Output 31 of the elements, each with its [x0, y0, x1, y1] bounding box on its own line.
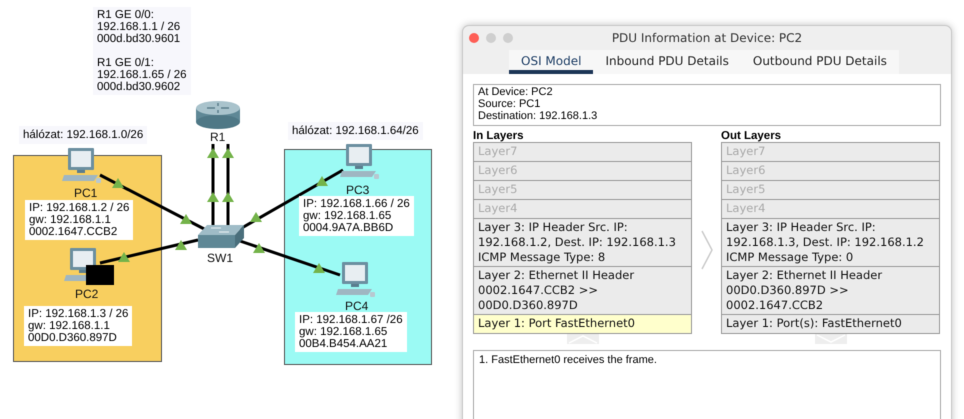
device-info: IP: 192.168.1.67 /26 gw: 192.168.1.65 00B4.B454.AA21: [295, 312, 407, 352]
layer-row[interactable]: Layer 2: Ethernet II Header 00D0.D360.897D >> 0002.1647.CCB2: [721, 266, 940, 315]
device-label: PC4: [345, 299, 368, 313]
device-label: PC1: [74, 186, 98, 200]
router-icon[interactable]: [195, 100, 241, 130]
window-title: PDU Information at Device: PC2: [612, 31, 802, 45]
network-label: hálózat: 192.168.1.0/26: [19, 126, 148, 144]
device-info: IP: 192.168.1.2 / 26 gw: 192.168.1.1 0002.1647.CCB2: [25, 200, 134, 240]
device-label: PC3: [346, 183, 370, 197]
layer-row[interactable]: Layer 1: Port FastEthernet0: [473, 314, 692, 334]
device-info: IP: 192.168.1.66 / 26 gw: 192.168.1.65 0004.9A7A.BB6D: [299, 196, 414, 236]
tab[interactable]: Inbound PDU Details: [593, 50, 741, 74]
layers-heading: In Layers: [473, 130, 524, 143]
tab[interactable]: Outbound PDU Details: [740, 50, 899, 74]
close-icon[interactable]: [469, 33, 479, 43]
chevron-right-icon: [700, 230, 712, 270]
layers-heading: Out Layers: [721, 130, 782, 143]
redaction-overlay: [86, 265, 114, 285]
event-log: 1. FastEthernet0 receives the frame.: [473, 350, 941, 419]
layer-row[interactable]: Layer 3: IP Header Src. IP: 192.168.1.3, Dest. IP: 192.168.1.2 ICMP Message Type: 0: [721, 218, 940, 267]
layer-row[interactable]: Layer 3: IP Header Src. IP: 192.168.1.2, Dest. IP: 192.168.1.3 ICMP Message Type: 8: [473, 218, 692, 267]
device-label: SW1: [207, 251, 234, 265]
device-label: PC2: [75, 287, 98, 301]
device-label: R1: [210, 130, 226, 144]
device-summary: At Device: PC2 Source: PC1 Destination: 192.168.1.3: [473, 84, 941, 126]
switch-icon[interactable]: [197, 223, 245, 249]
layer-row[interactable]: Layer 2: Ethernet II Header 0002.1647.CCB2 >> 00D0.D360.897D: [473, 266, 692, 315]
layer-row[interactable]: Layer 1: Port(s): FastEthernet0: [721, 314, 940, 334]
network-label: hálózat: 192.168.1.64/26: [288, 122, 423, 140]
device-info: IP: 192.168.1.3 / 26 gw: 192.168.1.1 00D0.D360.897D: [24, 306, 132, 346]
router-note: R1 GE 0/0: 192.168.1.1 / 26 000d.bd30.9601 R1 GE 0/1: 192.168.1.65 / 26 000d.bd30.9602: [93, 7, 191, 95]
